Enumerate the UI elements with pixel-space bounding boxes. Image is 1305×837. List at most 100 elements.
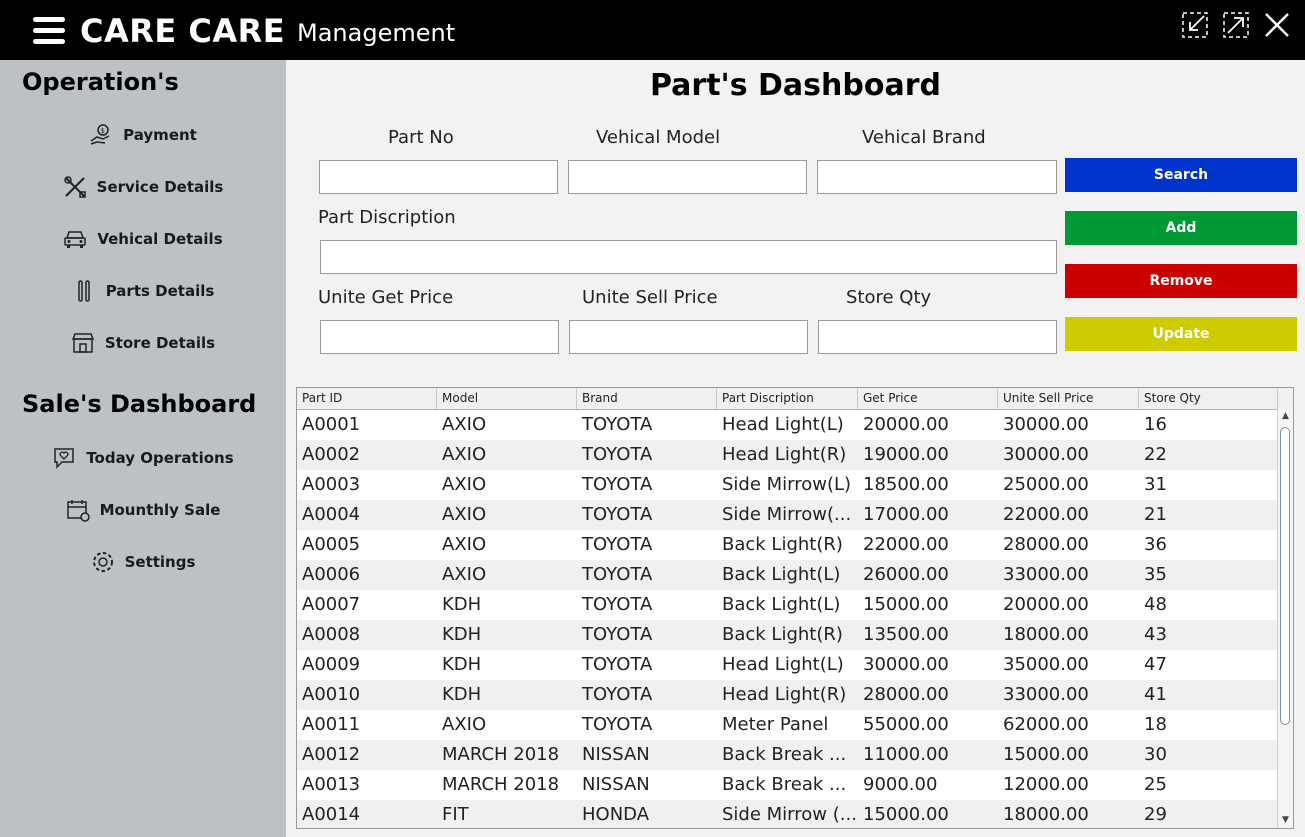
table-row[interactable]: A0001 AXIO TOYOTA Head Light(L) 20000.00 3000…: [297, 410, 1279, 440]
nav-parts-details[interactable]: Parts Details: [0, 276, 286, 306]
vehical-model-input[interactable]: [568, 160, 807, 194]
table-cell: 33000.00: [1003, 564, 1089, 585]
title-bar: CARE CARE Management: [0, 0, 1305, 60]
table-row[interactable]: A0011 AXIO TOYOTA Meter Panel 55000.00 62000.…: [297, 710, 1279, 740]
table-row[interactable]: A0004 AXIO TOYOTA Side Mirrow(... 17000.00 22…: [297, 500, 1279, 530]
nav-today-operations-label: Today Operations: [86, 449, 234, 467]
column-header[interactable]: Model: [437, 388, 577, 409]
nav-payment-label: Payment: [123, 126, 197, 144]
minimize-icon[interactable]: [1182, 12, 1208, 38]
table-row[interactable]: A0014 FIT HONDA Side Mirrow (... 15000.00 180…: [297, 800, 1279, 828]
tools-icon: [63, 176, 86, 198]
table-cell: Side Mirrow(L): [722, 474, 852, 495]
table-cell: TOYOTA: [582, 444, 653, 465]
unite-get-price-label: Unite Get Price: [318, 287, 454, 308]
table-row[interactable]: A0003 AXIO TOYOTA Side Mirrow(L) 18500.00 250…: [297, 470, 1279, 500]
column-header[interactable]: Store Qty: [1139, 388, 1279, 409]
table-cell: TOYOTA: [582, 504, 653, 525]
scroll-up-arrow-icon[interactable]: ▲: [1278, 409, 1293, 424]
table-cell: AXIO: [442, 444, 487, 465]
table-cell: Back Light(R): [722, 624, 843, 645]
table-cell: TOYOTA: [582, 564, 653, 585]
table-cell: AXIO: [442, 414, 487, 435]
table-row[interactable]: A0009 KDH TOYOTA Head Light(L) 30000.00 35000…: [297, 650, 1279, 680]
gear-icon: [92, 552, 113, 572]
table-cell: Meter Panel: [722, 714, 829, 735]
scroll-down-arrow-icon[interactable]: ▼: [1278, 813, 1293, 828]
hamburger-menu-icon[interactable]: [33, 17, 65, 45]
vehical-brand-label: Vehical Brand: [862, 127, 986, 148]
vehical-brand-input[interactable]: [817, 160, 1057, 194]
table-cell: 55000.00: [863, 714, 949, 735]
close-icon[interactable]: [1264, 12, 1290, 38]
unite-get-price-input[interactable]: [320, 320, 559, 354]
table-cell: Head Light(R): [722, 444, 847, 465]
add-button[interactable]: Add: [1065, 211, 1297, 245]
table-cell: 43: [1144, 624, 1167, 645]
table-cell: 28000.00: [1003, 534, 1089, 555]
table-cell: 30000.00: [1003, 414, 1089, 435]
table-row[interactable]: A0007 KDH TOYOTA Back Light(L) 15000.00 20000…: [297, 590, 1279, 620]
table-cell: A0001: [302, 414, 361, 435]
table-row[interactable]: A0005 AXIO TOYOTA Back Light(R) 22000.00 2800…: [297, 530, 1279, 560]
nav-mounthly-sale-label: Mounthly Sale: [99, 501, 221, 519]
table-cell: 15000.00: [863, 594, 949, 615]
nav-today-operations[interactable]: Today Operations: [0, 443, 286, 473]
table-cell: A0011: [302, 714, 361, 735]
parts-table[interactable]: Part ID Model Brand Part Discription Get…: [296, 387, 1294, 829]
table-row[interactable]: A0012 MARCH 2018 NISSAN Back Break ... 11000…: [297, 740, 1279, 770]
table-cell: KDH: [442, 594, 482, 615]
search-button[interactable]: Search: [1065, 158, 1297, 192]
table-row[interactable]: A0013 MARCH 2018 NISSAN Back Break ... 9000.…: [297, 770, 1279, 800]
remove-button[interactable]: Remove: [1065, 264, 1297, 298]
table-header: Part ID Model Brand Part Discription Get…: [297, 388, 1279, 410]
store-icon: [71, 333, 94, 353]
table-cell: 30: [1144, 744, 1167, 765]
scrollbar-thumb[interactable]: [1280, 427, 1290, 725]
table-cell: 22000.00: [1003, 504, 1089, 525]
table-row[interactable]: A0002 AXIO TOYOTA Head Light(R) 19000.00 3000…: [297, 440, 1279, 470]
column-header[interactable]: Part ID: [297, 388, 437, 409]
table-cell: A0014: [302, 804, 361, 825]
maximize-icon[interactable]: [1223, 12, 1249, 38]
nav-service-details[interactable]: Service Details: [0, 172, 286, 202]
nav-store-details-label: Store Details: [104, 334, 216, 352]
table-cell: Head Light(R): [722, 684, 847, 705]
table-cell: FIT: [442, 804, 469, 825]
nav-store-details[interactable]: Store Details: [0, 328, 286, 358]
table-cell: 28000.00: [863, 684, 949, 705]
unite-sell-price-input[interactable]: [569, 320, 808, 354]
nav-mounthly-sale[interactable]: Mounthly Sale: [0, 495, 286, 525]
sales-title: Sale's Dashboard: [22, 390, 257, 418]
update-button[interactable]: Update: [1065, 317, 1297, 351]
part-discription-label: Part Discription: [318, 207, 456, 228]
nav-vehical-details[interactable]: Vehical Details: [0, 224, 286, 254]
table-cell: KDH: [442, 624, 482, 645]
table-cell: A0012: [302, 744, 361, 765]
table-cell: 25: [1144, 774, 1167, 795]
column-header[interactable]: Unite Sell Price: [998, 388, 1139, 409]
table-cell: 31: [1144, 474, 1167, 495]
table-cell: 25000.00: [1003, 474, 1089, 495]
table-cell: 29: [1144, 804, 1167, 825]
table-cell: A0013: [302, 774, 361, 795]
table-row[interactable]: A0006 AXIO TOYOTA Back Light(L) 26000.00 3300…: [297, 560, 1279, 590]
store-qty-input[interactable]: [818, 320, 1057, 354]
column-header[interactable]: Get Price: [858, 388, 998, 409]
part-no-input[interactable]: [319, 160, 558, 194]
nav-payment[interactable]: $ Payment: [0, 120, 286, 150]
table-cell: 18000.00: [1003, 624, 1089, 645]
part-discription-input[interactable]: [320, 240, 1057, 274]
nav-settings[interactable]: Settings: [0, 547, 286, 577]
table-row[interactable]: A0008 KDH TOYOTA Back Light(R) 13500.00 18000…: [297, 620, 1279, 650]
table-cell: 22000.00: [863, 534, 949, 555]
table-row[interactable]: A0010 KDH TOYOTA Head Light(R) 28000.00 33000…: [297, 680, 1279, 710]
vertical-scrollbar[interactable]: ▲ ▼: [1277, 409, 1293, 828]
table-cell: TOYOTA: [582, 534, 653, 555]
column-header[interactable]: Part Discription: [717, 388, 858, 409]
table-cell: A0006: [302, 564, 361, 585]
nav-settings-label: Settings: [124, 553, 196, 571]
nav-vehical-details-label: Vehical Details: [97, 230, 223, 248]
column-header[interactable]: Brand: [577, 388, 717, 409]
vehical-model-label: Vehical Model: [596, 127, 721, 148]
